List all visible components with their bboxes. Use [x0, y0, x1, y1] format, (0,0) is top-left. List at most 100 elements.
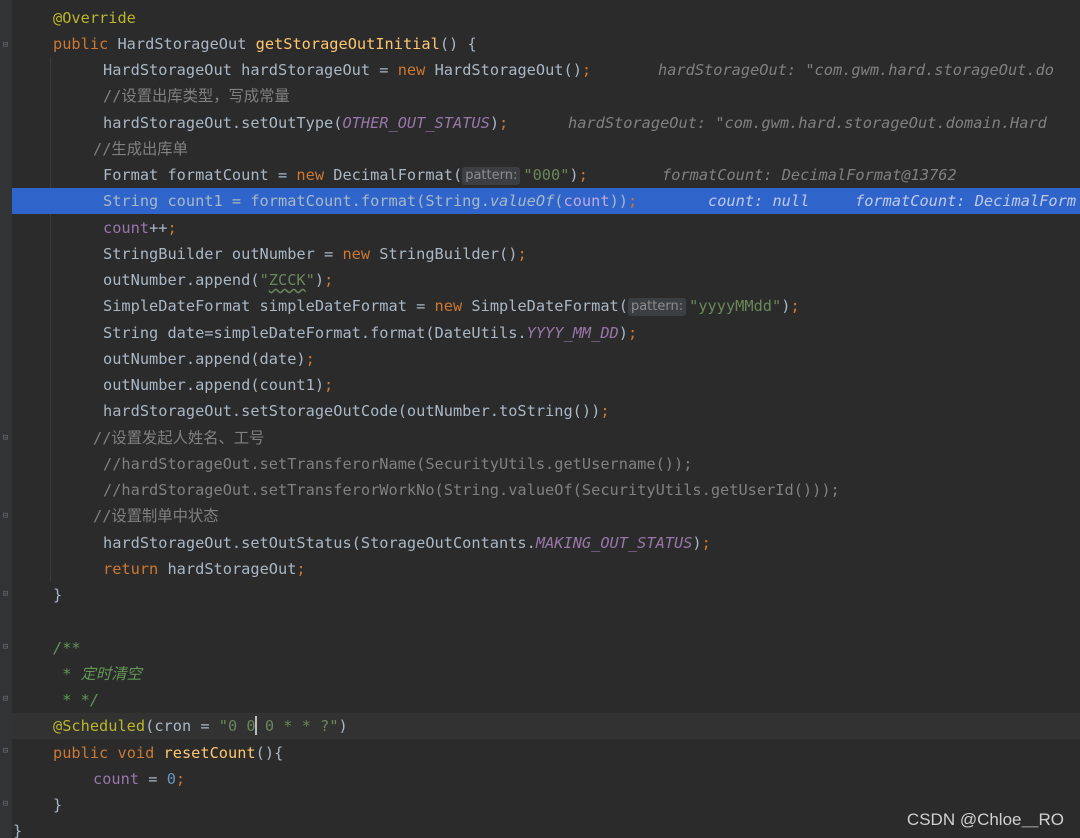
code-line[interactable]: HardStorageOut hardStorageOut = new Hard… — [12, 57, 1080, 83]
comment: //hardStorageOut.setTransferorName(Secur… — [103, 455, 693, 473]
code-line[interactable]: //设置出库类型，写成常量 — [12, 83, 1080, 109]
code-line[interactable]: @Override — [12, 5, 1080, 31]
code-token: HardStorageOut — [108, 35, 256, 53]
code-line[interactable]: count++; — [12, 215, 1080, 241]
code-line[interactable]: StringBuilder outNumber = new StringBuil… — [12, 241, 1080, 267]
inline-debug-value: formatCount: DecimalForm — [855, 192, 1077, 210]
code-token: String count1 = formatCount.format(Strin… — [103, 192, 490, 210]
semicolon: ; — [627, 192, 638, 210]
inline-debug-value: formatCount: DecimalFormat@13762 — [662, 166, 957, 184]
code-line[interactable]: public HardStorageOut getStorageOutIniti… — [12, 31, 1080, 57]
code-line[interactable]: * */ — [12, 687, 1080, 713]
semicolon: ; — [517, 245, 527, 263]
code-line[interactable]: } — [12, 582, 1080, 608]
comment: //设置出库类型，写成常量 — [103, 87, 290, 105]
javadoc-comment: /** — [53, 639, 81, 657]
code-token: String date=simpleDateFormat.format(Date… — [103, 324, 527, 342]
code-line[interactable]: hardStorageOut.setOutStatus(StorageOutCo… — [12, 530, 1080, 556]
semicolon: ; — [701, 534, 711, 552]
code-token: hardStorageOut.setOutType( — [103, 114, 343, 132]
fold-marker-icon[interactable]: ⊟ — [1, 512, 10, 521]
code-token: HardStorageOut hardStorageOut = — [103, 61, 398, 79]
code-token: StringBuilder outNumber = — [103, 245, 343, 263]
string-literal: "yyyyMMdd" — [689, 297, 782, 315]
method-name: getStorageOutInitial — [255, 35, 440, 53]
code-token: )) — [609, 192, 628, 210]
comment: //生成出库单 — [93, 140, 188, 158]
closing-brace: } — [53, 796, 63, 814]
code-token: ) — [314, 271, 325, 289]
code-line[interactable]: count = 0; — [12, 766, 1080, 792]
fold-marker-icon[interactable]: ⊟ — [1, 643, 10, 652]
code-line[interactable]: return hardStorageOut; — [12, 556, 1080, 582]
fold-marker-icon[interactable]: ⊟ — [1, 800, 10, 809]
method-name: resetCount — [163, 744, 256, 762]
code-token: ) — [338, 717, 348, 735]
javadoc-comment: * 定时清空 — [53, 665, 142, 683]
code-line[interactable]: //hardStorageOut.setTransferorWorkNo(Str… — [12, 477, 1080, 503]
semicolon: ; — [324, 376, 334, 394]
semicolon: ; — [578, 166, 588, 184]
string-literal: 0 * * ?" — [255, 717, 339, 735]
code-token: hardStorageOut.setOutStatus(StorageOutCo… — [103, 534, 536, 552]
annotation: @Scheduled — [53, 717, 146, 735]
code-token: hardStorageOut.setStorageOutCode(outNumb… — [103, 402, 601, 420]
code-line[interactable]: SimpleDateFormat simpleDateFormat = new … — [12, 293, 1080, 319]
closing-brace: } — [13, 822, 23, 838]
code-line[interactable]: Format formatCount = new DecimalFormat(p… — [12, 162, 1080, 188]
code-token: ++ — [149, 219, 168, 237]
execution-point-line[interactable]: String count1 = formatCount.format(Strin… — [12, 188, 1080, 214]
semicolon: ; — [167, 219, 177, 237]
code-line[interactable]: hardStorageOut.setOutType(OTHER_OUT_STAT… — [12, 110, 1080, 136]
code-token: Format formatCount = — [103, 166, 297, 184]
code-token: ( — [554, 192, 564, 210]
code-line[interactable]: //hardStorageOut.setTransferorName(Secur… — [12, 451, 1080, 477]
code-editor[interactable]: ⊟ ⊟ ⊟ ⊟ ⊟ ⊟ ⊟ ⊟ @Override public HardSto… — [0, 0, 1080, 838]
static-method: valueOf — [489, 192, 555, 210]
comment: //设置发起人姓名、工号 — [93, 429, 265, 447]
fold-marker-icon[interactable]: ⊟ — [1, 41, 10, 50]
code-token: hardStorageOut — [158, 560, 297, 578]
watermark: CSDN @Chloe＿RO — [906, 810, 1064, 829]
code-token: () { — [439, 35, 477, 53]
fold-marker-icon[interactable]: ⊟ — [1, 590, 10, 599]
closing-brace: } — [53, 586, 63, 604]
code-line[interactable]: outNumber.append("ZCCK"); — [12, 267, 1080, 293]
code-line[interactable]: public void resetCount(){ — [12, 740, 1080, 766]
code-line[interactable]: //设置发起人姓名、工号 — [12, 425, 1080, 451]
field-reference: count — [103, 219, 150, 237]
code-line[interactable]: hardStorageOut.setStorageOutCode(outNumb… — [12, 398, 1080, 424]
keyword: new — [397, 61, 426, 79]
code-line[interactable]: //设置制单中状态 — [12, 503, 1080, 529]
typo-underline: ZCCK — [268, 271, 306, 289]
code-line[interactable]: * 定时清空 — [12, 661, 1080, 687]
code-line[interactable]: outNumber.append(date); — [12, 346, 1080, 372]
semicolon: ; — [305, 350, 315, 368]
keyword: public — [53, 35, 109, 53]
code-token: HardStorageOut() — [425, 61, 582, 79]
keyword: new — [296, 166, 325, 184]
constant: OTHER_OUT_STATUS — [342, 114, 490, 132]
javadoc-comment: * */ — [53, 691, 100, 709]
comment: //设置制单中状态 — [93, 507, 219, 525]
code-line[interactable]: /** — [12, 635, 1080, 661]
fold-marker-icon[interactable]: ⊟ — [1, 434, 10, 443]
gutter: ⊟ ⊟ ⊟ ⊟ ⊟ ⊟ ⊟ ⊟ — [0, 0, 12, 838]
code-token: SimpleDateFormat simpleDateFormat = — [103, 297, 435, 315]
code-token: DecimalFormat( — [324, 166, 463, 184]
code-line[interactable]: //生成出库单 — [12, 136, 1080, 162]
field-reference: count — [563, 192, 610, 210]
number-literal: 0 — [166, 770, 176, 788]
code-line[interactable]: outNumber.append(count1); — [12, 372, 1080, 398]
code-token: outNumber.append( — [103, 271, 260, 289]
cursor-line[interactable]: @Scheduled(cron = "0 0 0 * * ?") — [12, 713, 1080, 739]
fold-marker-icon[interactable]: ⊟ — [1, 695, 10, 704]
fold-marker-icon[interactable]: ⊟ — [1, 747, 10, 756]
code-token: = — [139, 770, 167, 788]
constant: MAKING_OUT_STATUS — [535, 534, 693, 552]
keyword: public — [53, 744, 109, 762]
code-line[interactable]: String date=simpleDateFormat.format(Date… — [12, 320, 1080, 346]
semicolon: ; — [581, 61, 592, 79]
semicolon: ; — [627, 324, 638, 342]
